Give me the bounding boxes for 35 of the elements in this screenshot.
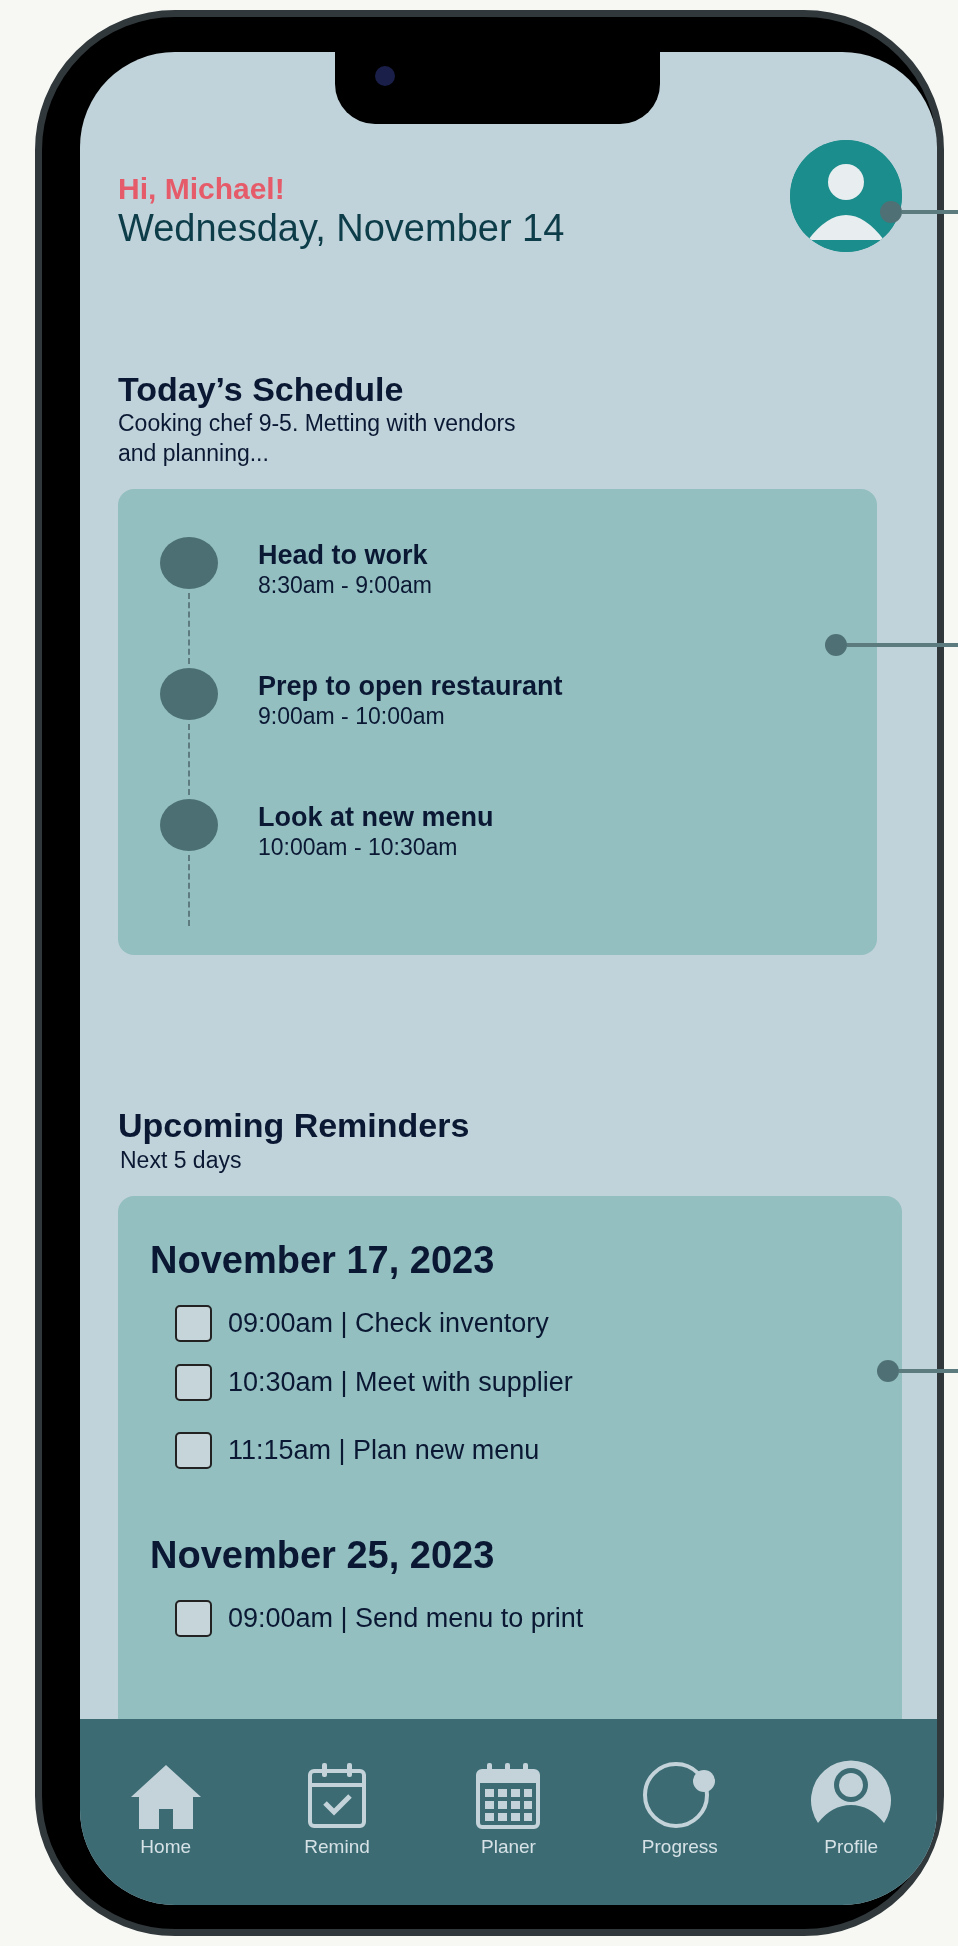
timeline-connector (188, 593, 190, 665)
section-title: Upcoming Reminders (118, 1105, 471, 1146)
reminder-date: November 17, 2023 (150, 1237, 496, 1283)
event-title: Head to work (258, 539, 429, 572)
greeting: Hi, Michael! (118, 172, 286, 205)
reminder-text: 10:30am | Meet with supplier (228, 1365, 573, 1399)
camera-icon (375, 66, 395, 86)
calendar-check-icon (307, 1761, 368, 1829)
event-time: 8:30am - 9:00am (258, 571, 432, 601)
event-time: 9:00am - 10:00am (258, 702, 446, 732)
nav-tab[interactable]: Home (105, 1755, 226, 1905)
nav-tab[interactable]: Remind (277, 1755, 398, 1905)
nav-tab[interactable]: Progress (619, 1755, 740, 1905)
checkbox[interactable] (175, 1432, 212, 1470)
checkbox[interactable] (175, 1600, 212, 1638)
reminder-text: 09:00am | Send menu to print (228, 1602, 584, 1636)
checkbox[interactable] (175, 1305, 212, 1343)
timeline-connector (188, 724, 190, 796)
reminder-text: 09:00am | Check inventory (228, 1307, 549, 1341)
calendar-icon (475, 1761, 542, 1829)
event-title: Look at new menu (258, 801, 494, 834)
avatar-photo-placeholder[interactable] (790, 140, 902, 252)
event-time: 10:00am - 10:30am (258, 833, 459, 863)
timeline-connector (188, 855, 190, 927)
checkbox[interactable] (175, 1363, 212, 1401)
reminder-date: November 25, 2023 (150, 1532, 496, 1578)
reminder-text: 11:15am | Plan new menu (228, 1434, 540, 1468)
section-title: Today’s Schedule (118, 368, 405, 410)
nav-tab[interactable]: Planer (448, 1755, 569, 1905)
ring-dot-icon (641, 1759, 718, 1829)
schedule-description: Cooking chef 9-5. Metting with vendors and planning... (118, 409, 517, 469)
date-heading: Wednesday, November 14 (118, 206, 565, 251)
event-title: Prep to open restaurant (258, 670, 563, 703)
nav-tab[interactable]: Profile (791, 1755, 912, 1905)
reminders-subtitle: Next 5 days (120, 1145, 243, 1175)
